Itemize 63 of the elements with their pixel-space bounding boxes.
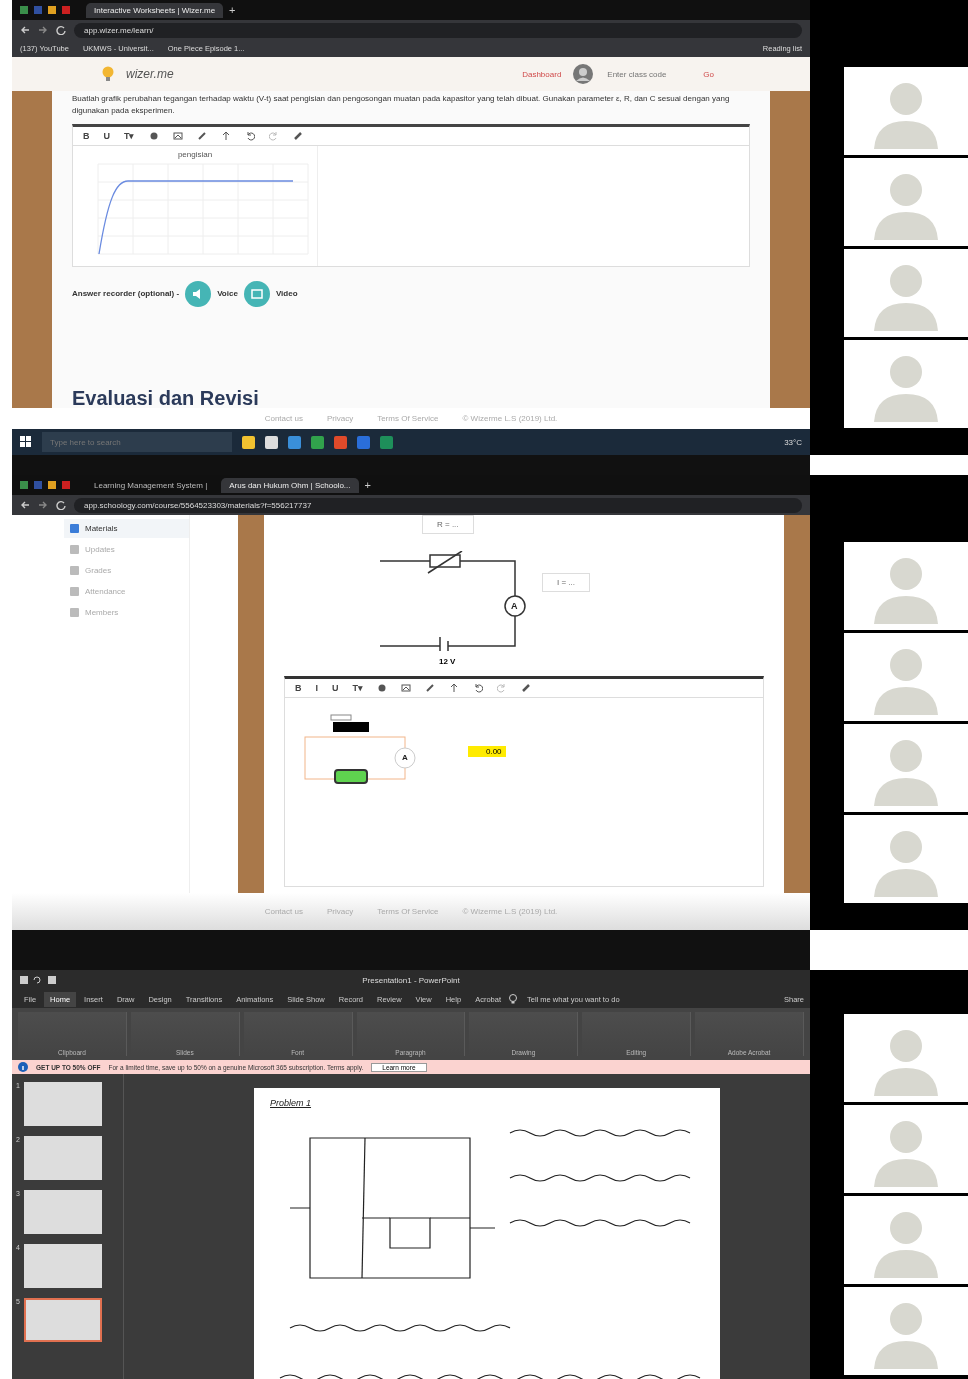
slide-heading: Problem 1	[270, 1098, 313, 1108]
menu-item-icon	[70, 587, 79, 596]
browser-tab[interactable]: Learning Management System |	[86, 477, 216, 493]
browser-tab[interactable]: Arus dan Hukum Ohm | Schoolo...	[221, 477, 359, 493]
window-title: Presentation1 - PowerPoint	[362, 975, 460, 985]
dashboard-link[interactable]: Dashboard	[522, 69, 562, 79]
menu-item-icon	[70, 524, 79, 533]
undo-icon[interactable]	[244, 130, 255, 141]
answer-editor[interactable]: B I U T▾ A 0.00	[284, 676, 764, 887]
taskbar-app-icon[interactable]	[265, 435, 278, 449]
windows-start-icon[interactable]	[20, 436, 32, 448]
format-button[interactable]: U	[103, 130, 110, 141]
answer-box[interactable]: R = ...	[422, 515, 474, 534]
go-button[interactable]: Go	[697, 68, 720, 80]
image-icon[interactable]	[172, 130, 183, 141]
menu-item-icon	[70, 545, 79, 554]
lightbulb-icon	[102, 66, 114, 82]
video-label: Video	[275, 289, 298, 299]
menu-item-icon	[70, 566, 79, 575]
section-heading: Evaluasi dan Revisi	[72, 388, 260, 408]
forward-icon[interactable]	[38, 500, 48, 510]
video-icon	[249, 286, 264, 301]
class-code-field[interactable]: Enter class code	[605, 68, 686, 80]
back-icon[interactable]	[20, 25, 30, 35]
circle-icon[interactable]	[148, 130, 159, 141]
sidebar-item[interactable]: Materials	[64, 519, 189, 538]
forward-icon[interactable]	[38, 25, 48, 35]
reload-icon[interactable]	[56, 25, 66, 35]
menu-item-icon	[70, 608, 79, 617]
recorder-label: Answer recorder (optional) -	[72, 289, 180, 299]
format-button[interactable]: B	[83, 130, 90, 141]
taskbar-search-field[interactable]: Type here to search	[42, 432, 232, 452]
undo-icon[interactable]	[473, 683, 483, 693]
format-button[interactable]: T▾	[124, 130, 135, 141]
answer-box[interactable]: I = ...	[542, 573, 590, 592]
taskbar-app-icon[interactable]	[311, 435, 324, 449]
browser-tab[interactable]: Interactive Worksheets | Wizer.me	[86, 2, 224, 18]
avatar-icon[interactable]	[573, 64, 594, 84]
weather-text: 33°C	[784, 437, 802, 447]
taskbar-app-icon[interactable]	[242, 435, 255, 449]
lightbulb-icon	[509, 994, 517, 1004]
circle-icon[interactable]	[377, 683, 387, 693]
ammeter-symbol: A	[402, 753, 408, 762]
instruction-text: Buatlah grafik perubahan tegangan terhadap waktu (V-t) saat pengisian dan pengosongan muatan pada kapasitor yang telah dibuat. Gunakan parameter ε, R, dan C sesuai dengan yang digunakan pada eksperimen.	[72, 93, 731, 118]
info-icon	[18, 1062, 28, 1072]
reload-icon[interactable]	[56, 500, 66, 510]
ammeter-reading: 0.00	[468, 746, 506, 757]
format-button[interactable]: T▾	[352, 683, 363, 693]
image-icon[interactable]	[401, 683, 411, 693]
address-bar[interactable]: app.wizer.me/learn/	[74, 22, 802, 38]
format-button[interactable]: U	[332, 683, 339, 693]
voltage-label: 12 V	[439, 657, 456, 666]
chart-title: pengisian	[177, 149, 213, 159]
answer-editor[interactable]: B U T▾ pengisian	[72, 123, 750, 267]
new-tab-button[interactable]: +	[229, 4, 236, 16]
address-bar[interactable]: app.schoology.com/course/5564523303/materials?f=556217737	[74, 497, 802, 513]
back-icon[interactable]	[20, 500, 30, 510]
ammeter-symbol: A	[511, 601, 518, 611]
logo: wizer.me	[126, 67, 174, 81]
new-tab-button[interactable]: +	[364, 479, 371, 491]
format-button[interactable]: I	[315, 683, 318, 693]
format-button[interactable]: B	[295, 683, 302, 693]
voice-label: Voice	[217, 289, 238, 299]
